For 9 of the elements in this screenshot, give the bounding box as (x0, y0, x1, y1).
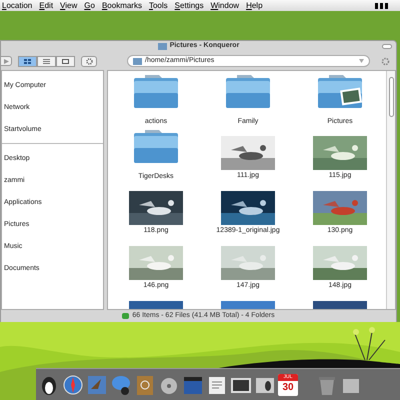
menu-item[interactable]: Settings (174, 2, 204, 10)
menu-item[interactable]: Window (210, 2, 240, 10)
menu-item[interactable]: Go (84, 2, 95, 10)
menu-item[interactable]: Help (246, 2, 263, 10)
menu-item[interactable]: View (60, 2, 78, 10)
menu-item[interactable]: Tools (148, 2, 168, 10)
menu-item[interactable]: Bookmarks (102, 2, 142, 10)
menu-item[interactable]: Edit (39, 2, 54, 10)
menu-item[interactable]: Location (2, 2, 32, 10)
